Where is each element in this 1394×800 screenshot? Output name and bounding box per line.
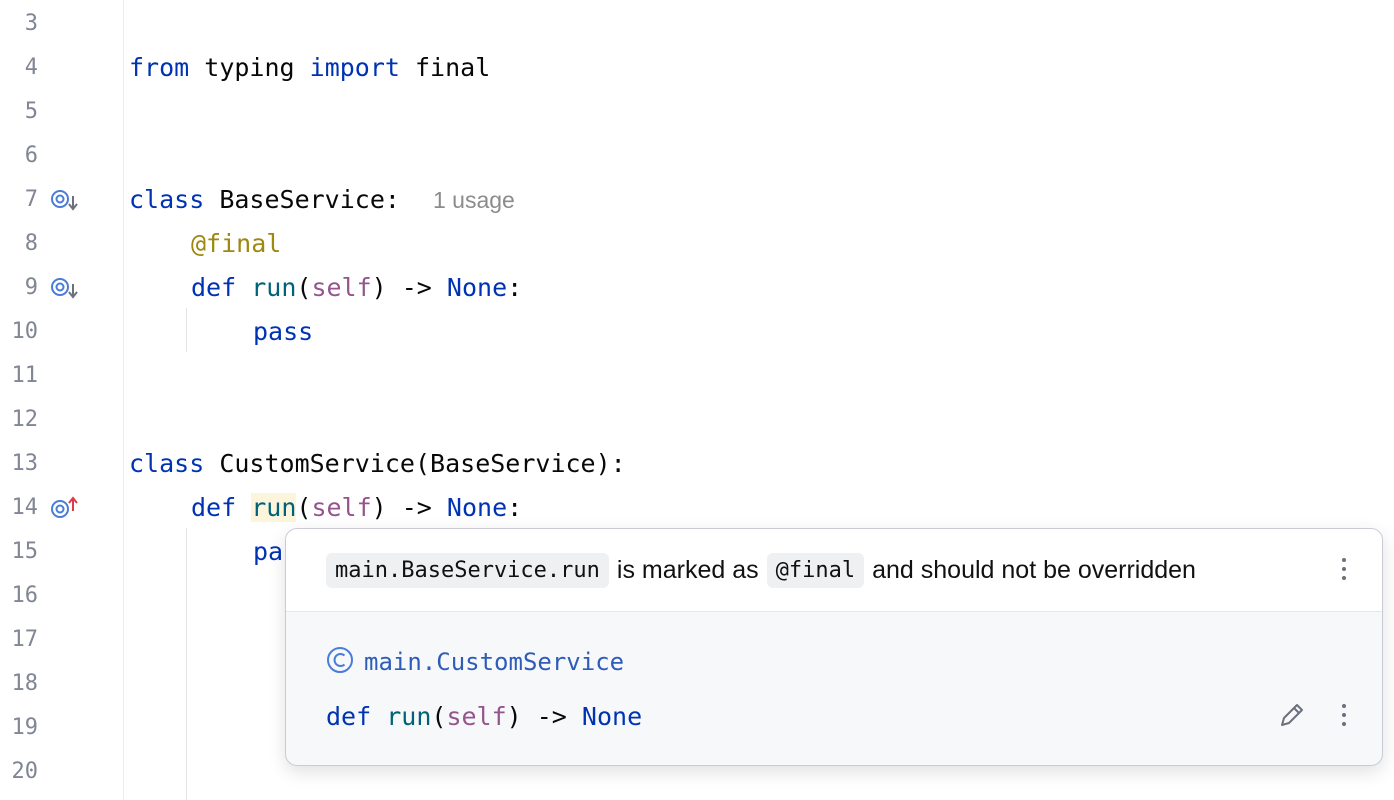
class-icon <box>326 646 354 678</box>
code-line: 3 <box>0 2 1394 46</box>
code-text[interactable]: def run(self) -> None: <box>191 486 522 530</box>
popup-message-area: main.BaseService.run is marked as @final… <box>286 529 1382 612</box>
line-number: 17 <box>11 627 39 652</box>
line-number: 11 <box>11 363 39 388</box>
line-number: 19 <box>11 715 39 740</box>
more-options-button[interactable] <box>1329 551 1359 587</box>
code-line[interactable]: 10 pass <box>0 310 1394 354</box>
line-number: 5 <box>24 99 38 124</box>
message-text: is marked as <box>616 555 759 584</box>
method-signature: def run(self) -> None <box>326 702 643 731</box>
code-line: 12 <box>0 398 1394 442</box>
dot <box>1342 558 1346 562</box>
code-line: 5 <box>0 90 1394 134</box>
line-number: 20 <box>11 759 39 784</box>
code-text[interactable]: pa <box>253 530 283 574</box>
more-options-button[interactable] <box>1329 697 1359 733</box>
line-number: 13 <box>11 451 39 476</box>
line-number: 6 <box>24 143 38 168</box>
line-number: 7 <box>24 187 38 212</box>
code-text[interactable]: def run(self) -> None: <box>191 266 522 310</box>
code-line[interactable]: 13 class CustomService(BaseService): <box>0 442 1394 486</box>
implemented-icon[interactable] <box>50 188 82 212</box>
inspection-message: main.BaseService.run is marked as @final… <box>326 549 1196 591</box>
target-class-link[interactable]: main.CustomService <box>326 645 624 679</box>
line-number: 15 <box>11 539 39 564</box>
code-line[interactable]: 9 def run(self) -> None: <box>0 266 1394 310</box>
code-text[interactable]: class BaseService: <box>129 178 400 222</box>
code-line: 6 <box>0 134 1394 178</box>
code-chip-method: main.BaseService.run <box>326 552 609 588</box>
code-line[interactable]: 8 @final <box>0 222 1394 266</box>
dot <box>1342 704 1346 708</box>
line-number: 14 <box>11 495 39 520</box>
dot <box>1342 722 1346 726</box>
usage-hint[interactable]: 1 usage <box>433 178 515 222</box>
message-text: and should not be overridden <box>872 555 1196 584</box>
line-number: 16 <box>11 583 39 608</box>
overridden-icon[interactable] <box>50 276 82 300</box>
code-line[interactable]: 7 class BaseService: 1 usage <box>0 178 1394 222</box>
code-line: 11 <box>0 354 1394 398</box>
dot <box>1342 713 1346 717</box>
dot <box>1342 576 1346 580</box>
target-class-name[interactable]: main.CustomService <box>364 648 624 676</box>
code-line[interactable]: 4 from typing import final <box>0 46 1394 90</box>
pencil-icon[interactable] <box>1276 699 1308 731</box>
highlighted-method: run <box>251 493 297 522</box>
line-number: 18 <box>11 671 39 696</box>
line-number: 9 <box>24 275 38 300</box>
code-text[interactable]: from typing import final <box>129 46 490 90</box>
overriding-icon[interactable] <box>50 496 82 520</box>
dot <box>1342 567 1346 571</box>
line-number: 3 <box>24 11 38 36</box>
line-number: 10 <box>11 319 39 344</box>
line-number: 12 <box>11 407 39 432</box>
code-text[interactable]: pass <box>253 310 313 354</box>
code-line[interactable]: 14 def run(self) -> None: <box>0 486 1394 530</box>
code-chip-decorator: @final <box>766 552 865 588</box>
code-text[interactable]: @final <box>191 222 281 266</box>
inspection-popup[interactable]: main.BaseService.run is marked as @final… <box>285 528 1383 766</box>
code-text[interactable]: class CustomService(BaseService): <box>129 442 626 486</box>
line-number: 8 <box>24 231 38 256</box>
line-number: 4 <box>24 55 38 80</box>
